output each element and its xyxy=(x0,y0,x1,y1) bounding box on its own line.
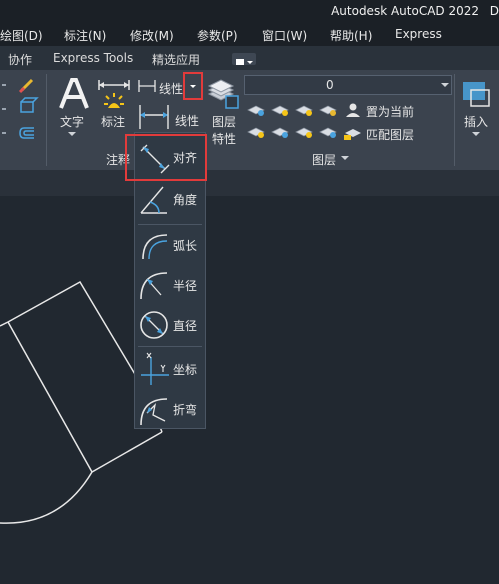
ordinate-label: 坐标 xyxy=(173,363,198,377)
jogged-label: 折弯 xyxy=(173,403,198,417)
dropdown-separator xyxy=(138,346,202,347)
layer-properties-label-1[interactable]: 图层 xyxy=(212,113,236,130)
angular-dimension-icon xyxy=(140,186,167,214)
set-current-label[interactable]: 置为当前 xyxy=(366,103,414,120)
dropdown-item-angular[interactable]: 角度 xyxy=(135,179,205,219)
menu-parametric[interactable]: 参数(P) xyxy=(197,27,238,44)
linear-dimension-large-icon[interactable] xyxy=(137,103,171,133)
tab-featured-apps[interactable]: 精选应用 xyxy=(152,51,200,68)
jogged-dimension-icon xyxy=(140,398,168,426)
caret-down-icon xyxy=(190,85,196,88)
diameter-dimension-icon xyxy=(140,311,168,339)
linear-dimension-label-2[interactable]: 线性 xyxy=(175,112,199,129)
radius-label: 半径 xyxy=(173,279,198,293)
dropdown-item-jogged[interactable]: 折弯 xyxy=(135,389,205,429)
diameter-label: 直径 xyxy=(173,319,198,333)
file-tab-strip xyxy=(0,170,499,196)
dimension-icon[interactable] xyxy=(96,76,132,112)
layer-tools-icons[interactable] xyxy=(246,100,346,140)
tab-collaborate[interactable]: 协作 xyxy=(8,51,32,68)
match-layer-icon[interactable] xyxy=(343,125,363,141)
text-button-label[interactable]: 文字 xyxy=(60,113,84,130)
tab-express-tools[interactable]: Express Tools xyxy=(53,51,133,65)
match-layer-label[interactable]: 匹配图层 xyxy=(366,126,414,143)
menu-window[interactable]: 窗口(W) xyxy=(262,27,307,44)
aligned-item-highlight xyxy=(125,134,207,181)
dropdown-item-arc-length[interactable]: 弧长 xyxy=(135,225,205,265)
angular-label: 角度 xyxy=(173,193,198,207)
linear-dropdown-button[interactable] xyxy=(183,72,203,100)
caret-down-icon xyxy=(236,59,253,65)
draw-tools-partial-icons[interactable] xyxy=(0,76,42,144)
linear-dimension-label[interactable]: 线性 xyxy=(159,80,183,97)
ribbon-separator xyxy=(46,74,47,166)
layer-properties-label-2[interactable]: 特性 xyxy=(212,130,236,147)
ordinate-dimension-icon xyxy=(141,352,169,385)
layer-dropdown[interactable] xyxy=(244,75,452,95)
dropdown-item-diameter[interactable]: 直径 xyxy=(135,305,205,345)
arc-length-icon xyxy=(142,234,168,260)
arc-length-label: 弧长 xyxy=(173,239,198,253)
dropdown-separator xyxy=(138,224,202,225)
chevron-down-icon[interactable] xyxy=(340,155,350,161)
app-title: Autodesk AutoCAD 2022 xyxy=(331,4,479,18)
set-current-icon[interactable] xyxy=(343,102,363,118)
insert-block-icon[interactable] xyxy=(459,78,493,112)
radius-dimension-icon xyxy=(140,272,168,300)
menu-modify[interactable]: 修改(M) xyxy=(130,27,174,44)
layer-properties-icon[interactable] xyxy=(206,76,240,112)
text-icon[interactable] xyxy=(56,76,90,112)
chevron-down-icon[interactable] xyxy=(471,131,481,137)
layer-panel-title[interactable]: 图层 xyxy=(312,151,336,168)
layer-current-value: 0 xyxy=(326,78,334,92)
dropdown-item-radius[interactable]: 半径 xyxy=(135,265,205,305)
chevron-down-icon[interactable] xyxy=(67,131,77,137)
dimension-button-label[interactable]: 标注 xyxy=(101,113,125,130)
tab-overflow-button[interactable] xyxy=(232,53,256,65)
linear-dimension-icon[interactable] xyxy=(137,78,157,94)
title-cut-text: D xyxy=(489,4,499,18)
ribbon-separator xyxy=(454,74,455,166)
dropdown-item-ordinate[interactable]: 坐标 xyxy=(135,349,205,389)
menu-express[interactable]: Express xyxy=(395,27,442,41)
menu-help[interactable]: 帮助(H) xyxy=(330,27,372,44)
menu-draw[interactable]: 绘图(D) xyxy=(0,27,43,44)
chevron-down-icon[interactable] xyxy=(440,82,450,88)
menu-dimension[interactable]: 标注(N) xyxy=(64,27,106,44)
insert-button-label[interactable]: 插入 xyxy=(464,113,488,130)
drawing-geometry xyxy=(0,280,163,524)
